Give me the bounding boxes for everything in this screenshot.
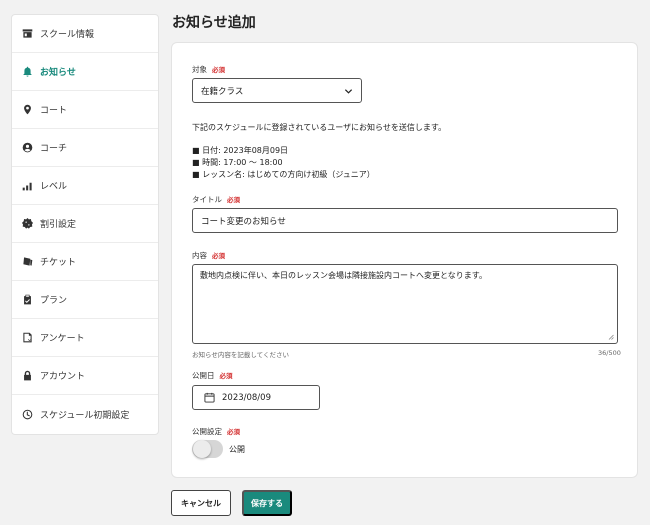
target-select[interactable]: 在籍クラス [192,78,362,103]
page-title: お知らせ追加 [172,15,256,31]
publish-toggle-label: 公開 [229,445,245,454]
schedule-description: 下記のスケジュールに登録されているユーザにお知らせを送信します。 [192,123,447,132]
location-pin-icon [21,104,33,116]
content-label: 内容 必須 [192,250,225,261]
publish-toggle[interactable] [192,440,223,458]
publish-date-label: 公開日 必須 [192,370,233,381]
lock-icon [21,370,33,382]
save-button[interactable]: 保存する [242,490,292,516]
cancel-button[interactable]: キャンセル [171,490,231,516]
content-label-text: 内容 [192,251,207,260]
notification-form-card: 対象 必須 在籍クラス 下記のスケジュールに登録されているユーザにお知らせを送信し… [171,42,638,478]
store-icon [21,28,33,40]
publish-date-value: 2023/08/09 [222,392,271,403]
title-label: タイトル 必須 [192,194,240,205]
sidebar-item-account[interactable]: アカウント [12,357,158,395]
sidebar-item-label: アカウント [40,372,86,382]
sidebar-item-notifications[interactable]: お知らせ [12,53,158,91]
sidebar: スクール情報 お知らせ コート コーチ レベル 割引設定 チケット プラン アン… [11,14,159,435]
schedule-lesson-name: ■ レッスン名: はじめての方向け初級（ジュニア） [192,170,375,179]
bell-icon [21,66,33,78]
sidebar-item-label: アンケート [40,334,85,344]
toggle-knob [193,440,211,458]
publish-date-label-text: 公開日 [192,371,215,380]
sidebar-item-coach[interactable]: コーチ [12,129,158,167]
sidebar-item-school-info[interactable]: スクール情報 [12,15,158,53]
resize-handle-icon[interactable] [608,334,614,340]
sidebar-item-label: スケジュール初期設定 [40,410,130,421]
content-helper-text: お知らせ内容を記載してください [192,351,289,359]
bar-chart-icon [21,180,33,192]
sidebar-item-ticket[interactable]: チケット [12,243,158,281]
schedule-date: ■ 日付: 2023年08月09日 [192,146,289,155]
sidebar-item-label: 割引設定 [40,220,77,230]
target-label: 対象 必須 [192,64,225,75]
schedule-settings-icon [21,408,33,420]
ticket-icon [21,256,33,268]
publish-setting-label-text: 公開設定 [192,427,222,436]
discount-icon [21,218,33,230]
sidebar-item-label: プラン [40,296,68,306]
sidebar-item-label: コート [40,106,68,116]
required-badge: 必須 [212,66,225,74]
target-select-value: 在籍クラス [201,86,244,97]
content-textarea-value: 敷地内点検に伴い、本日のレッスン会場は隣接施設内コートへ変更となります。 [200,271,487,280]
title-input[interactable]: コート変更のお知らせ [192,208,618,233]
required-badge: 必須 [227,428,240,436]
sidebar-item-label: レベル [40,182,68,192]
sidebar-item-label: お知らせ [40,68,76,78]
clipboard-check-icon [21,294,33,306]
sidebar-item-plan[interactable]: プラン [12,281,158,319]
sidebar-item-schedule-settings[interactable]: スケジュール初期設定 [12,395,158,433]
sidebar-item-discount[interactable]: 割引設定 [12,205,158,243]
schedule-time: ■ 時間: 17:00 〜 18:00 [192,158,283,167]
sidebar-item-survey[interactable]: アンケート [12,319,158,357]
title-label-text: タイトル [192,195,222,204]
calendar-icon [204,392,215,403]
required-badge: 必須 [219,372,233,380]
sidebar-item-label: チケット [40,258,77,268]
target-label-text: 対象 [192,65,207,74]
sidebar-item-court[interactable]: コート [12,91,158,129]
required-badge: 必須 [212,252,225,260]
survey-icon [21,332,33,344]
sidebar-item-label: スクール情報 [40,30,95,40]
content-char-counter: 36/500 [598,349,621,357]
user-circle-icon [21,142,33,154]
publish-date-input[interactable]: 2023/08/09 [192,385,320,410]
required-badge: 必須 [227,196,240,204]
title-input-value: コート変更のお知らせ [201,216,286,227]
publish-setting-label: 公開設定 必須 [192,426,240,437]
chevron-down-icon [344,89,353,94]
content-textarea[interactable]: 敷地内点検に伴い、本日のレッスン会場は隣接施設内コートへ変更となります。 [192,264,618,344]
sidebar-item-level[interactable]: レベル [12,167,158,205]
sidebar-item-label: コーチ [40,144,68,154]
